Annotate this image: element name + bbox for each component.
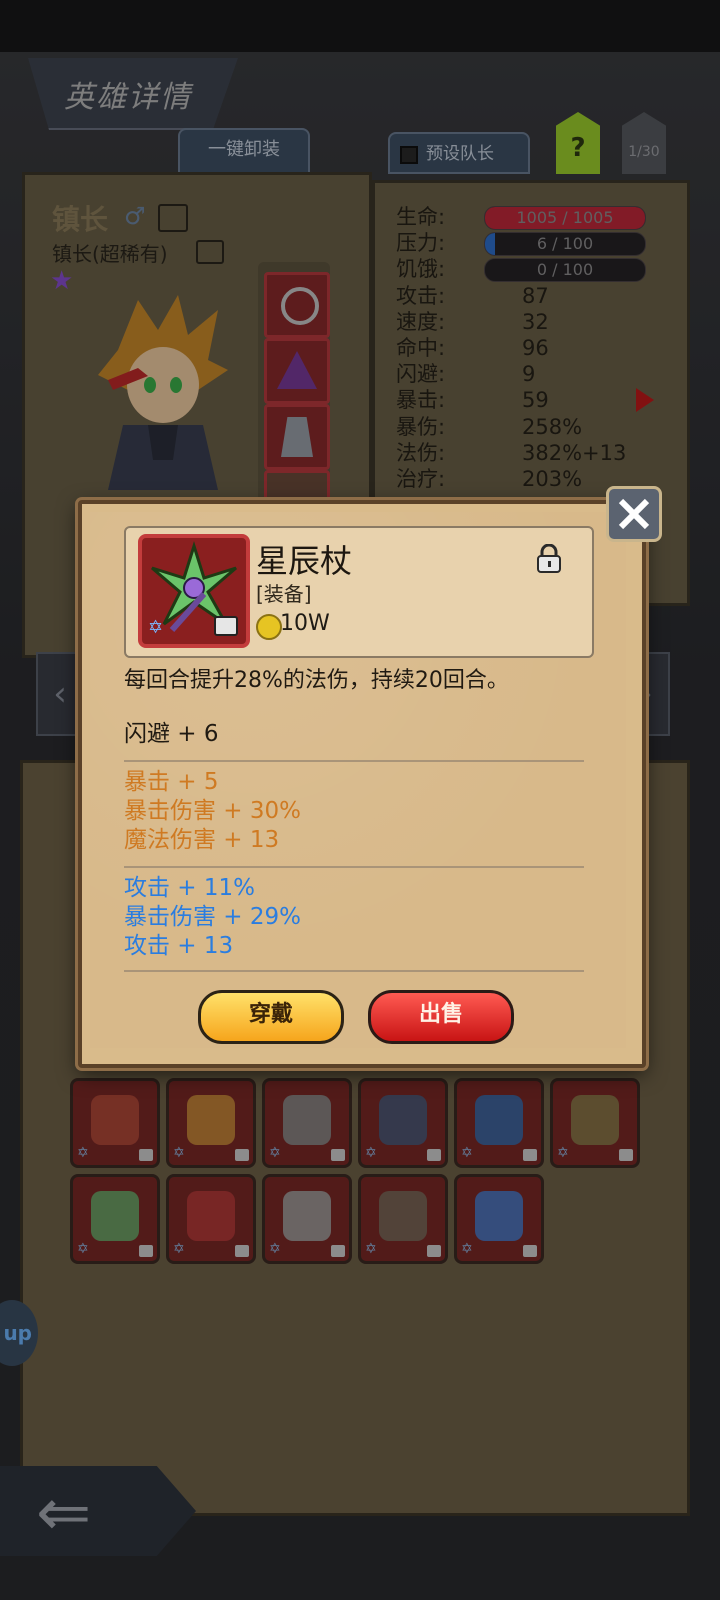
item-lock-icon [214,616,238,636]
item-price: 10W [280,611,330,636]
close-button[interactable] [606,486,662,542]
item-name: 星辰杖 [256,542,353,580]
divider [124,866,584,868]
blue-stat-line: 攻击 + 13 [124,933,234,959]
sell-button[interactable]: 出售 [368,990,514,1044]
divider [124,970,584,972]
orange-stat-line: 魔法伤害 + 13 [124,827,280,853]
blue-stat-line: 暴击伤害 + 29% [124,904,302,930]
orange-stat-line: 暴击伤害 + 30% [124,798,302,824]
close-icon [618,498,650,530]
item-type: [装备] [256,582,312,606]
item-description: 每回合提升28%的法伤，持续20回合。 [124,668,509,693]
orange-stat-line: 暴击 + 5 [124,769,219,795]
coin-icon [256,614,282,640]
base-stat-line: 闪避 + 6 [124,721,219,747]
divider [124,760,584,762]
rank-star-icon: ✡ [148,617,164,638]
blue-stat-line: 攻击 + 11% [124,875,256,901]
lock-icon[interactable] [536,544,562,574]
equip-button[interactable]: 穿戴 [198,990,344,1044]
item-icon: ✡ [138,534,250,648]
